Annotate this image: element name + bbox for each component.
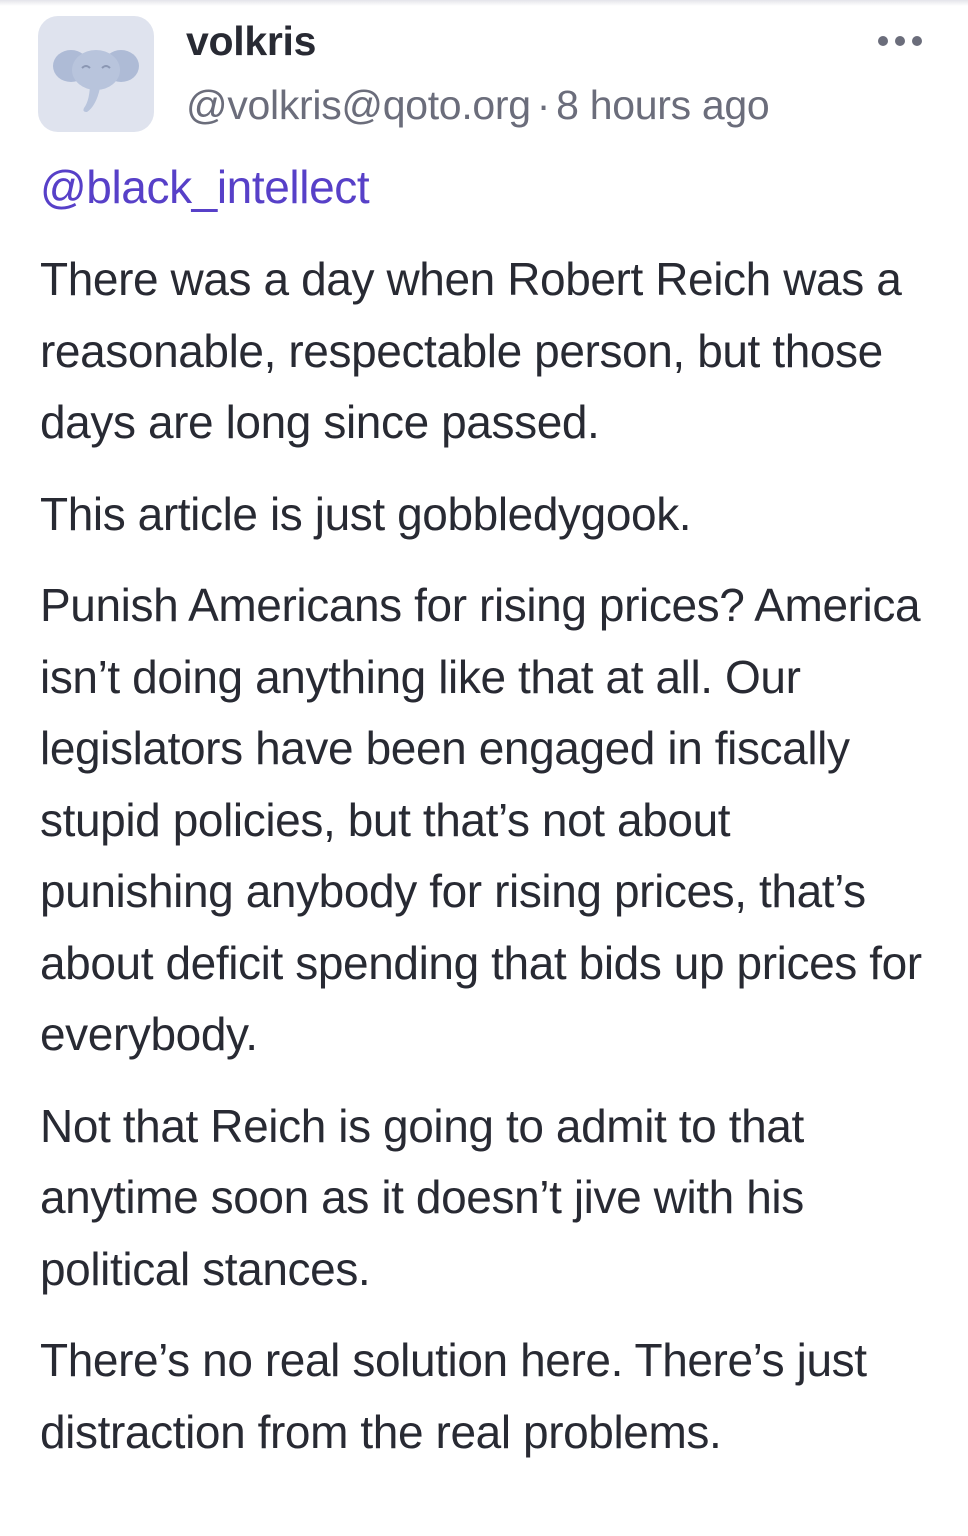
post-paragraph: Not that Reich is going to admit to that… — [40, 1099, 804, 1295]
more-horizontal-icon — [878, 36, 888, 46]
post-paragraph: There was a day when Robert Reich was a … — [40, 253, 902, 448]
avatar[interactable] — [38, 16, 154, 132]
post-paragraph: This article is just gobbledygook. — [40, 487, 692, 540]
meta-separator: · — [536, 82, 551, 128]
user-handle[interactable]: @volkris@qoto.org — [186, 82, 531, 128]
mention-link[interactable]: @black_intellect — [40, 160, 370, 214]
elephant-avatar-icon — [53, 50, 139, 112]
status-post: volkris @volkris@qoto.org · 8 hours ago @b… — [0, 0, 968, 1536]
display-name[interactable]: volkris — [186, 18, 316, 65]
more-options-button[interactable] — [868, 22, 932, 62]
post-timestamp[interactable]: 8 hours ago — [556, 82, 770, 128]
post-paragraph: Punish Americans for rising prices? Amer… — [40, 579, 922, 1060]
post-content: There was a day when Robert Reich was a … — [40, 244, 930, 1488]
post-paragraph: There’s no real solution here. There’s j… — [40, 1334, 867, 1458]
post-meta: @volkris@qoto.org · 8 hours ago — [186, 82, 770, 129]
